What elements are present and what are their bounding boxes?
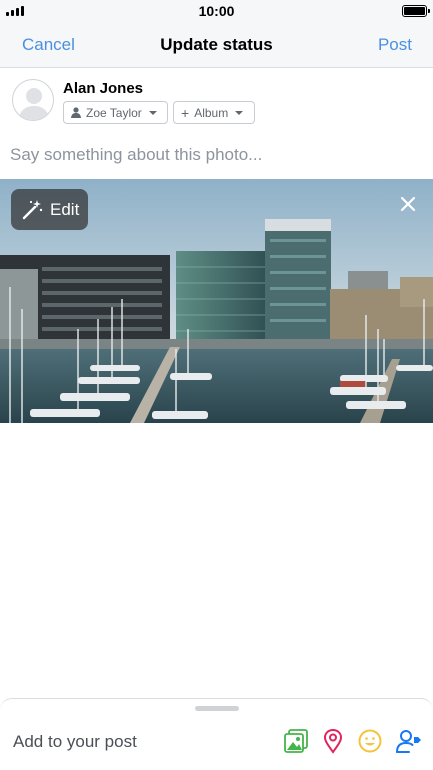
album-label: Album: [194, 105, 229, 120]
edit-label: Edit: [50, 199, 80, 219]
remove-photo-button[interactable]: [399, 195, 417, 213]
plus-icon: +: [181, 104, 190, 121]
add-to-post-label[interactable]: Add to your post: [13, 732, 137, 752]
status-text-input[interactable]: [10, 142, 420, 168]
close-icon: [400, 196, 416, 212]
author-name: Alan Jones: [63, 80, 144, 97]
sheet-drag-handle[interactable]: [195, 706, 239, 711]
album-selector[interactable]: + Album: [173, 101, 255, 124]
status-time: 10:00: [198, 3, 235, 19]
person-icon: [71, 107, 81, 118]
status-bar: 10:00: [0, 0, 433, 22]
audience-selector[interactable]: Zoe Taylor: [63, 101, 168, 124]
add-to-post-sheet: Add to your post: [0, 698, 433, 770]
attached-photo: Edit: [0, 179, 433, 423]
magic-wand-icon: [22, 199, 43, 219]
smiley-icon: [358, 729, 382, 753]
tag-people-button[interactable]: [395, 728, 421, 754]
chevron-down-icon: [235, 110, 244, 115]
chevron-down-icon: [148, 110, 157, 115]
avatar-placeholder-icon: [18, 88, 50, 120]
location-pin-icon: [323, 728, 343, 754]
add-photo-button[interactable]: [283, 728, 309, 754]
check-in-button[interactable]: [320, 728, 346, 754]
feeling-activity-button[interactable]: [357, 728, 383, 754]
edit-photo-button[interactable]: Edit: [11, 189, 88, 230]
tag-people-icon: [396, 730, 421, 753]
avatar[interactable]: [12, 79, 54, 121]
page-title: Update status: [160, 35, 273, 54]
post-button[interactable]: Post: [378, 35, 412, 55]
photo-icon: [284, 729, 308, 753]
battery-icon: [402, 5, 430, 17]
navigation-bar: Cancel Update status Post: [0, 22, 433, 68]
audience-label: Zoe Taylor: [86, 105, 142, 120]
